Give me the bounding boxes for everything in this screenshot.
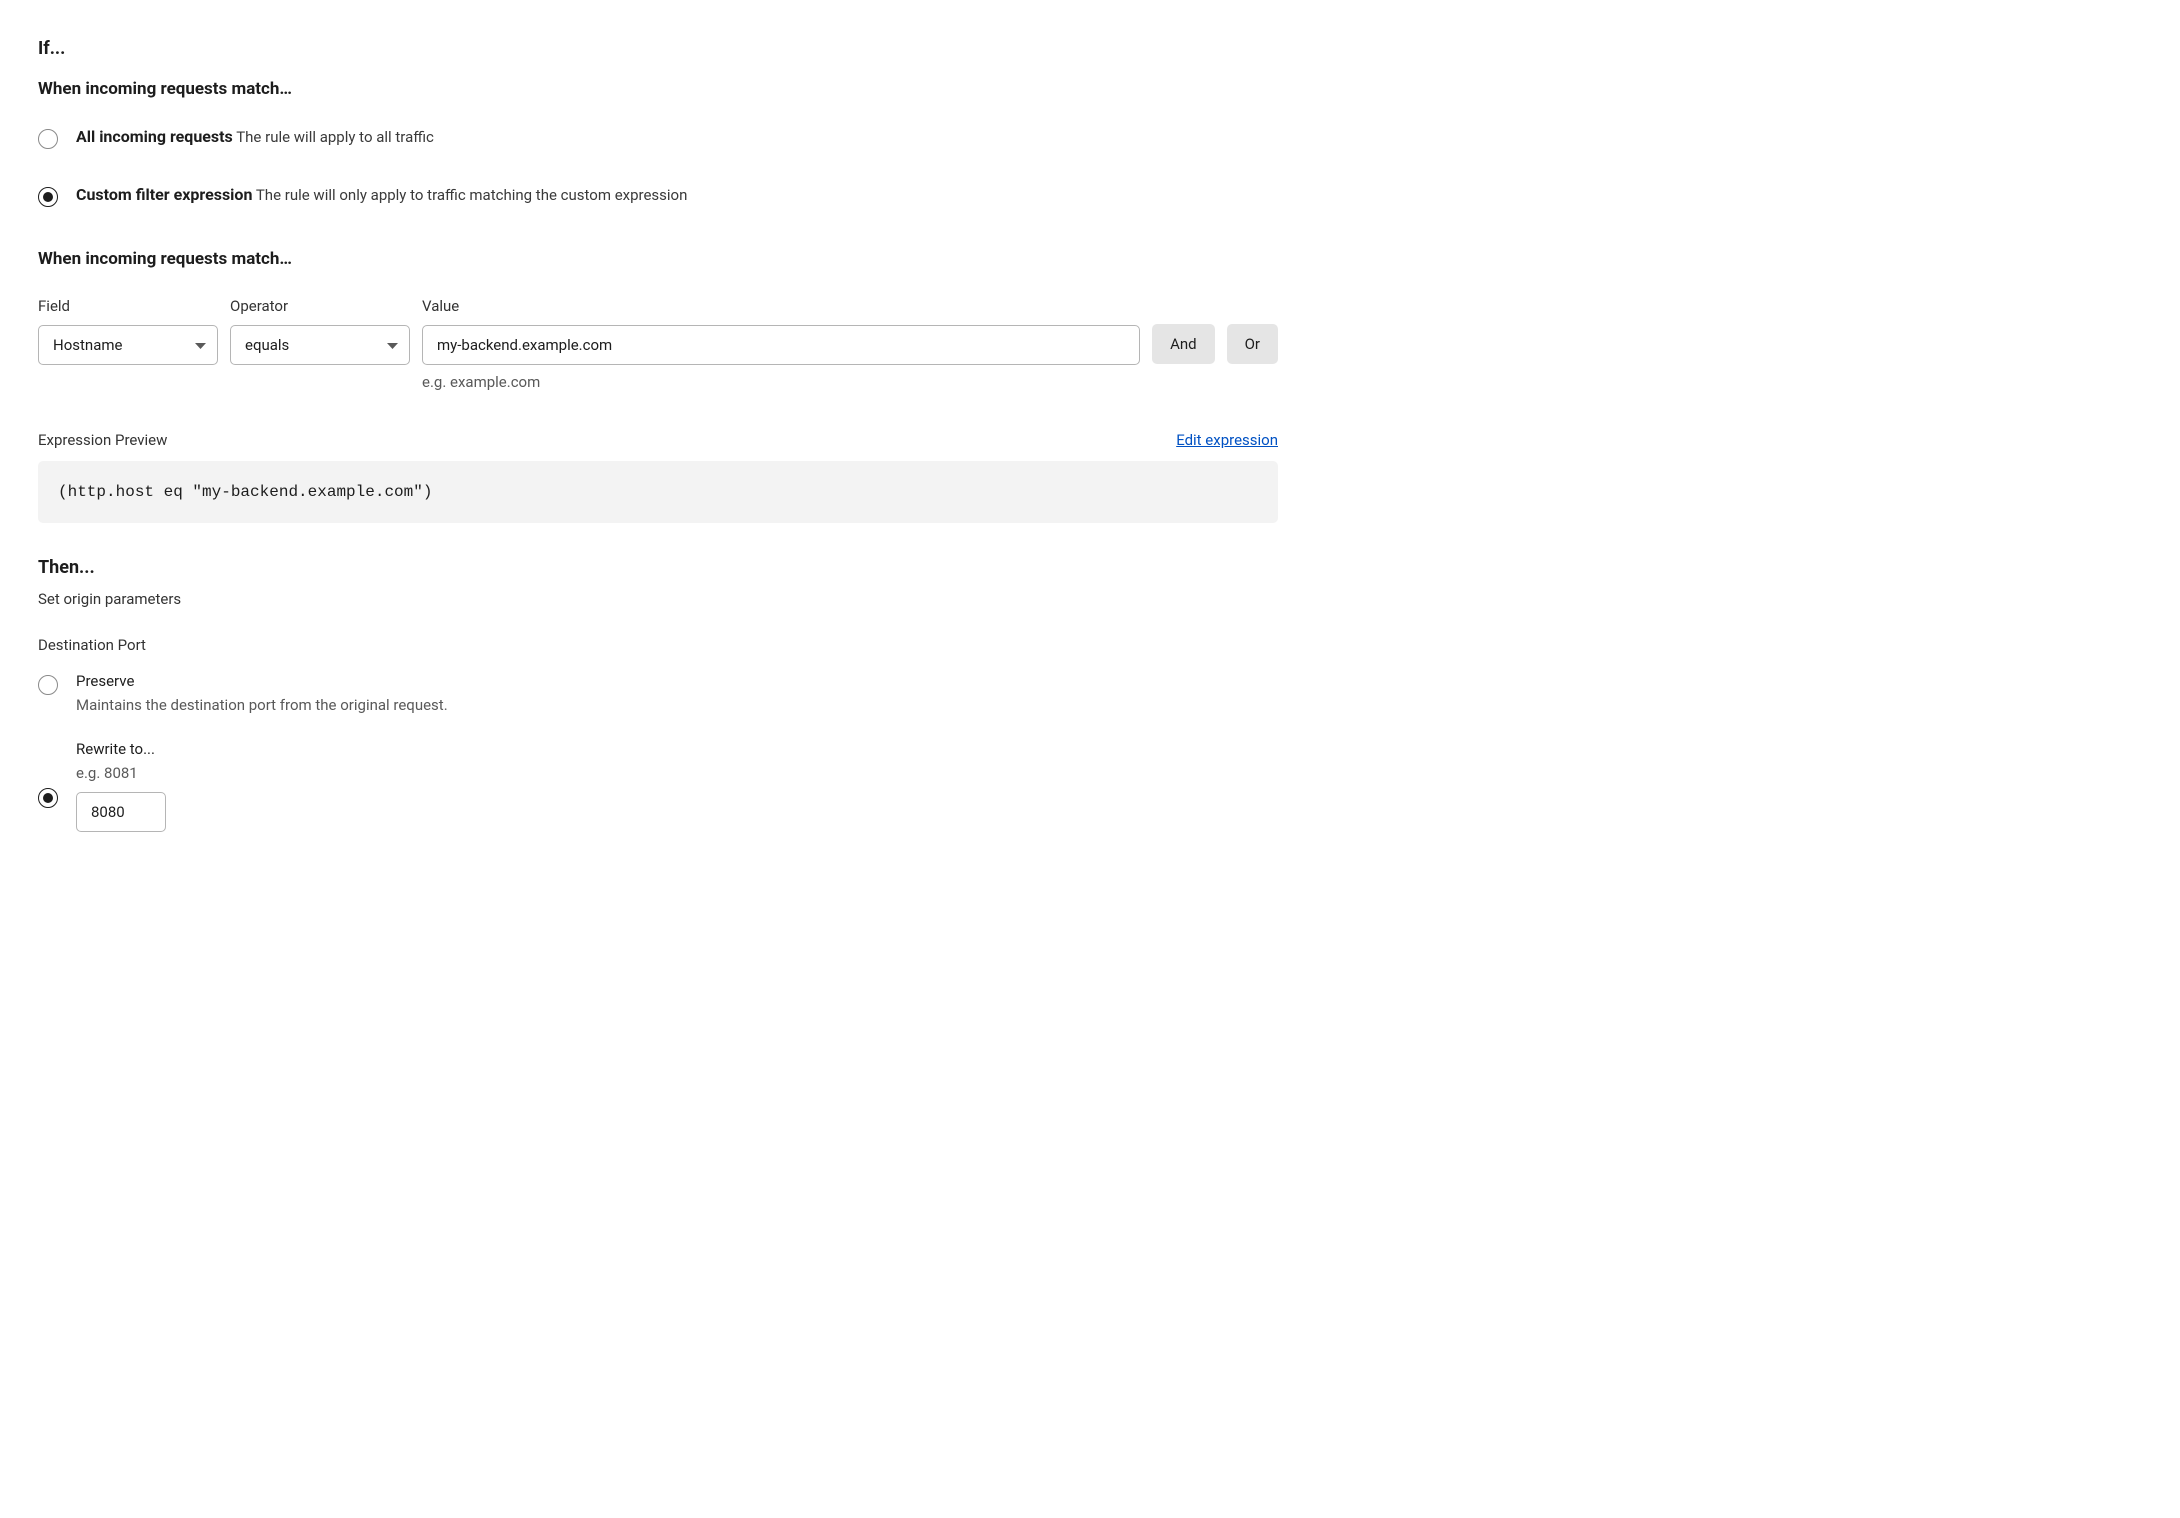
preserve-desc: Maintains the destination port from the … [76, 696, 448, 714]
radio-option-custom-expression[interactable]: Custom filter expression The rule will o… [38, 185, 1278, 207]
rewrite-title: Rewrite to... [76, 740, 166, 758]
or-button[interactable]: Or [1227, 324, 1278, 364]
destination-port-label: Destination Port [38, 636, 1278, 654]
then-subtitle: Set origin parameters [38, 590, 1278, 608]
radio-all-title: All incoming requests [76, 127, 233, 146]
value-input[interactable] [422, 325, 1140, 365]
and-button[interactable]: And [1152, 324, 1215, 364]
preserve-title: Preserve [76, 672, 448, 690]
radio-all-requests[interactable] [38, 129, 58, 149]
radio-rewrite[interactable] [38, 788, 58, 808]
when-match-heading: When incoming requests match… [38, 249, 1278, 269]
operator-label: Operator [230, 297, 410, 315]
match-subheading: When incoming requests match… [38, 79, 1278, 99]
dest-option-preserve[interactable]: Preserve Maintains the destination port … [38, 672, 1278, 714]
operator-select[interactable]: equals [230, 325, 410, 365]
radio-all-desc: The rule will apply to all traffic [236, 128, 434, 146]
radio-custom-title: Custom filter expression [76, 185, 252, 204]
value-hint: e.g. example.com [422, 373, 1140, 391]
rewrite-hint: e.g. 8081 [76, 764, 166, 782]
radio-custom-expression[interactable] [38, 187, 58, 207]
then-heading: Then... [38, 557, 1278, 578]
radio-preserve[interactable] [38, 675, 58, 695]
rewrite-port-input[interactable] [76, 792, 166, 832]
edit-expression-link[interactable]: Edit expression [1176, 431, 1278, 449]
field-label: Field [38, 297, 218, 315]
radio-custom-desc: The rule will only apply to traffic matc… [256, 186, 688, 204]
value-label: Value [422, 297, 1140, 315]
match-scope-radio-group: All incoming requests The rule will appl… [38, 127, 1278, 207]
radio-option-all-requests[interactable]: All incoming requests The rule will appl… [38, 127, 1278, 149]
expression-row: Field Hostname Operator equals [38, 297, 1278, 391]
dest-option-rewrite[interactable]: Rewrite to... e.g. 8081 [38, 740, 1278, 832]
if-heading: If... [38, 38, 1278, 59]
field-select[interactable]: Hostname [38, 325, 218, 365]
expression-preview-code: (http.host eq "my-backend.example.com") [38, 461, 1278, 523]
expression-preview-label: Expression Preview [38, 431, 167, 449]
